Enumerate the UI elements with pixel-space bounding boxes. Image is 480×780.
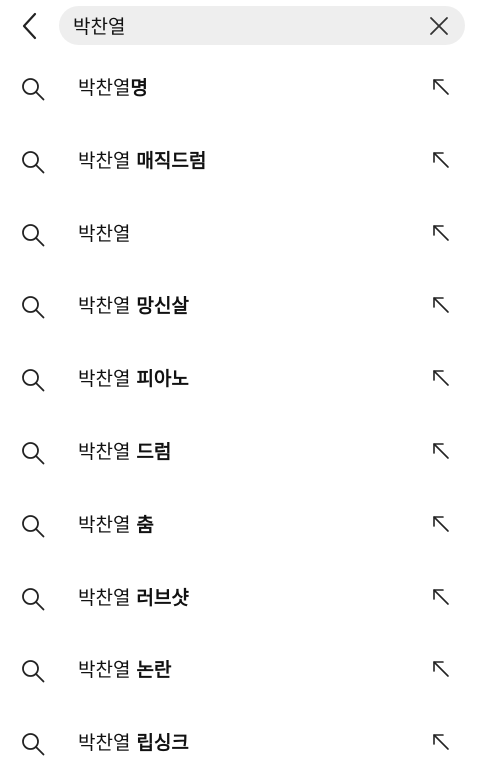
fill-query-button[interactable]	[426, 727, 456, 757]
suggestion-label: 박찬열 매직드럼	[78, 125, 206, 198]
suggestion-item[interactable]: 박찬열명	[0, 52, 480, 125]
suggestion-list: 박찬열명 박찬열 매직드럼 박찬열 박찬열 망신살 박찬열 피아노 박찬열 드럼…	[0, 52, 480, 780]
search-icon	[22, 296, 45, 319]
arrow-up-left-icon	[433, 588, 449, 605]
suggestion-item[interactable]: 박찬열 드럼	[0, 416, 480, 489]
suggestion-completion-text: 립싱크	[136, 732, 189, 755]
arrow-up-left-icon	[433, 734, 449, 750]
search-icon	[22, 733, 45, 756]
suggestion-item[interactable]: 박찬열 립싱크	[0, 707, 480, 780]
search-icon	[22, 442, 45, 465]
fill-query-button[interactable]	[426, 290, 456, 320]
arrow-up-left-icon	[433, 515, 449, 532]
suggestion-query-text: 박찬열	[78, 149, 131, 172]
back-button[interactable]	[14, 8, 46, 44]
suggestion-item[interactable]: 박찬열	[0, 198, 480, 271]
suggestion-completion-text: 러브샷	[136, 586, 189, 609]
suggestion-query-text: 박찬열	[78, 368, 131, 391]
search-icon	[22, 150, 45, 174]
suggestion-query-text: 박찬열	[78, 732, 131, 755]
suggestion-completion-text: 명	[130, 77, 148, 99]
search-input[interactable]	[73, 6, 413, 45]
clear-search-button[interactable]	[427, 14, 451, 38]
search-box	[59, 6, 465, 45]
suggestion-query-text: 박찬열	[78, 586, 131, 609]
search-icon	[22, 223, 45, 246]
suggestion-item[interactable]: 박찬열 논란	[0, 634, 480, 707]
suggestion-item[interactable]: 박찬열 매직드럼	[0, 125, 480, 198]
chevron-left-icon	[22, 12, 37, 40]
search-icon	[22, 514, 45, 538]
suggestion-item[interactable]: 박찬열 춤	[0, 489, 480, 562]
search-icon	[22, 660, 45, 683]
suggestion-label: 박찬열	[78, 198, 130, 271]
search-icon	[22, 78, 45, 101]
fill-query-button[interactable]	[426, 436, 456, 466]
arrow-up-left-icon	[433, 79, 449, 95]
arrow-up-left-icon	[433, 370, 449, 386]
suggestion-completion-text: 매직드럼	[136, 149, 207, 172]
suggestion-query-text: 박찬열	[78, 513, 131, 536]
suggestion-label: 박찬열 논란	[78, 634, 171, 707]
arrow-up-left-icon	[433, 661, 449, 678]
fill-query-button[interactable]	[426, 72, 456, 102]
suggestion-completion-text: 춤	[136, 513, 154, 536]
suggestion-completion-text: 피아노	[136, 368, 189, 391]
arrow-up-left-icon	[433, 297, 449, 314]
suggestion-query-text: 박찬열	[78, 659, 131, 682]
fill-query-button[interactable]	[426, 509, 456, 539]
suggestion-query-text: 박찬열	[78, 295, 131, 318]
fill-query-button[interactable]	[426, 218, 456, 248]
suggestion-label: 박찬열 피아노	[78, 343, 189, 416]
search-icon	[22, 587, 45, 610]
arrow-up-left-icon	[433, 151, 449, 168]
arrow-up-left-icon	[433, 443, 449, 459]
suggestion-label: 박찬열명	[78, 52, 148, 125]
suggestion-completion-text: 논란	[136, 659, 172, 682]
suggestion-item[interactable]: 박찬열 망신살	[0, 270, 480, 343]
fill-query-button[interactable]	[426, 363, 456, 393]
search-header	[0, 0, 480, 52]
close-icon	[430, 17, 448, 35]
suggestion-query-text: 박찬열	[78, 440, 131, 463]
search-icon	[22, 369, 45, 392]
suggestion-label: 박찬열 망신살	[78, 270, 189, 343]
fill-query-button[interactable]	[426, 654, 456, 684]
suggestion-label: 박찬열 러브샷	[78, 562, 189, 635]
suggestion-completion-text: 드럼	[136, 440, 172, 463]
suggestion-completion-text: 망신살	[136, 295, 189, 318]
suggestion-query-text: 박찬열	[78, 77, 131, 99]
arrow-up-left-icon	[433, 224, 449, 241]
suggestion-label: 박찬열 드럼	[78, 416, 171, 489]
suggestion-label: 박찬열 춤	[78, 489, 154, 562]
suggestion-query-text: 박찬열	[78, 222, 131, 245]
suggestion-item[interactable]: 박찬열 피아노	[0, 343, 480, 416]
suggestion-label: 박찬열 립싱크	[78, 707, 189, 780]
suggestion-item[interactable]: 박찬열 러브샷	[0, 562, 480, 635]
fill-query-button[interactable]	[426, 582, 456, 612]
fill-query-button[interactable]	[426, 145, 456, 175]
